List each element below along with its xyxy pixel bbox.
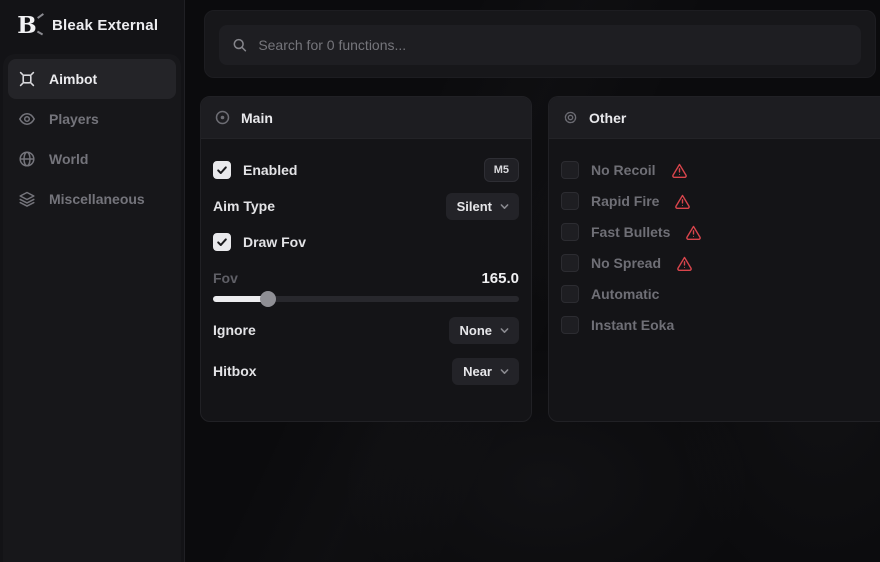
sidebar-item-world[interactable]: World <box>8 139 176 179</box>
warning-icon <box>676 255 693 271</box>
ignore-label: Ignore <box>213 322 256 338</box>
ignore-dropdown[interactable]: None <box>449 317 520 344</box>
draw-fov-checkbox[interactable] <box>213 233 231 251</box>
warning-icon <box>674 193 691 209</box>
instant-eoka-label: Instant Eoka <box>591 317 674 333</box>
instant-eoka-checkbox[interactable] <box>561 316 579 334</box>
logo-glitch-decoration <box>37 13 44 19</box>
other-row-no-recoil: No Recoil <box>561 154 868 185</box>
fast-bullets-checkbox[interactable] <box>561 223 579 241</box>
other-row-fast-bullets: Fast Bullets <box>561 216 868 247</box>
other-row-automatic: Automatic <box>561 278 868 309</box>
fast-bullets-label: Fast Bullets <box>591 224 670 240</box>
aim-type-row: Aim Type Silent <box>213 188 519 224</box>
warning-icon <box>685 224 702 240</box>
search-input[interactable] <box>258 37 848 53</box>
rapid-fire-checkbox[interactable] <box>561 192 579 210</box>
hitbox-label: Hitbox <box>213 363 257 379</box>
sidebar-item-players[interactable]: Players <box>8 99 176 139</box>
sidebar: B Bleak External Aimbot Players <box>0 0 185 562</box>
content-area: Main Enabled M5 Aim Type <box>185 0 880 562</box>
layers-icon <box>18 190 36 208</box>
other-row-rapid-fire: Rapid Fire <box>561 185 868 216</box>
other-panel-title: Other <box>589 110 626 126</box>
automatic-label: Automatic <box>591 286 659 302</box>
check-icon <box>216 164 228 176</box>
chevron-down-icon <box>499 325 510 336</box>
fov-value-row: Fov 165.0 <box>213 266 519 290</box>
aim-type-value: Silent <box>457 199 492 214</box>
sidebar-item-label: Players <box>49 111 99 127</box>
ignore-value: None <box>460 323 493 338</box>
sidebar-item-label: Miscellaneous <box>49 191 145 207</box>
rapid-fire-label: Rapid Fire <box>591 193 659 209</box>
aim-type-dropdown[interactable]: Silent <box>446 193 519 220</box>
draw-fov-row: Draw Fov <box>213 224 519 260</box>
main-panel-title: Main <box>241 110 273 126</box>
app-logo-icon: B <box>14 12 40 38</box>
chevron-down-icon <box>499 201 510 212</box>
no-recoil-label: No Recoil <box>591 162 656 178</box>
other-row-no-spread: No Spread <box>561 247 868 278</box>
other-row-instant-eoka: Instant Eoka <box>561 309 868 340</box>
no-recoil-checkbox[interactable] <box>561 161 579 179</box>
app-logo-row: B Bleak External <box>0 0 184 48</box>
aimbot-crosshair-icon <box>18 70 36 88</box>
fov-value: 165.0 <box>481 270 519 287</box>
logo-glitch-decoration <box>37 31 43 36</box>
check-icon <box>216 236 228 248</box>
no-spread-checkbox[interactable] <box>561 254 579 272</box>
sidebar-item-aimbot[interactable]: Aimbot <box>8 59 176 99</box>
eye-icon <box>18 110 36 128</box>
sidebar-item-label: World <box>49 151 88 167</box>
enabled-label: Enabled <box>243 162 297 178</box>
sidebar-nav: Aimbot Players World Miscellaneous <box>3 54 181 562</box>
globe-icon <box>18 150 36 168</box>
enabled-row: Enabled M5 <box>213 152 519 188</box>
gear-icon <box>562 109 579 126</box>
draw-fov-label: Draw Fov <box>243 234 306 250</box>
logo-glyph: B <box>17 14 36 37</box>
search-panel <box>204 10 876 78</box>
enabled-checkbox[interactable] <box>213 161 231 179</box>
hitbox-dropdown[interactable]: Near <box>452 358 519 385</box>
fov-slider[interactable] <box>213 290 519 308</box>
other-panel: Other No Recoil Rapid Fire <box>548 96 880 422</box>
chevron-down-icon <box>499 366 510 377</box>
warning-icon <box>671 162 688 178</box>
aim-type-label: Aim Type <box>213 198 275 214</box>
no-spread-label: No Spread <box>591 255 661 271</box>
fov-label: Fov <box>213 270 238 286</box>
search-box[interactable] <box>219 25 861 65</box>
main-panel: Main Enabled M5 Aim Type <box>200 96 532 422</box>
search-icon <box>232 37 247 53</box>
automatic-checkbox[interactable] <box>561 285 579 303</box>
target-icon <box>214 109 231 126</box>
app-title: Bleak External <box>52 17 158 34</box>
other-panel-header: Other <box>549 97 880 139</box>
hitbox-row: Hitbox Near <box>213 353 519 389</box>
fov-slider-thumb[interactable] <box>260 291 276 307</box>
sidebar-item-label: Aimbot <box>49 71 97 87</box>
hitbox-value: Near <box>463 364 492 379</box>
fov-slider-track[interactable] <box>213 296 519 302</box>
keybind-badge[interactable]: M5 <box>484 158 519 182</box>
main-panel-header: Main <box>201 97 531 139</box>
ignore-row: Ignore None <box>213 312 519 348</box>
sidebar-item-miscellaneous[interactable]: Miscellaneous <box>8 179 176 219</box>
